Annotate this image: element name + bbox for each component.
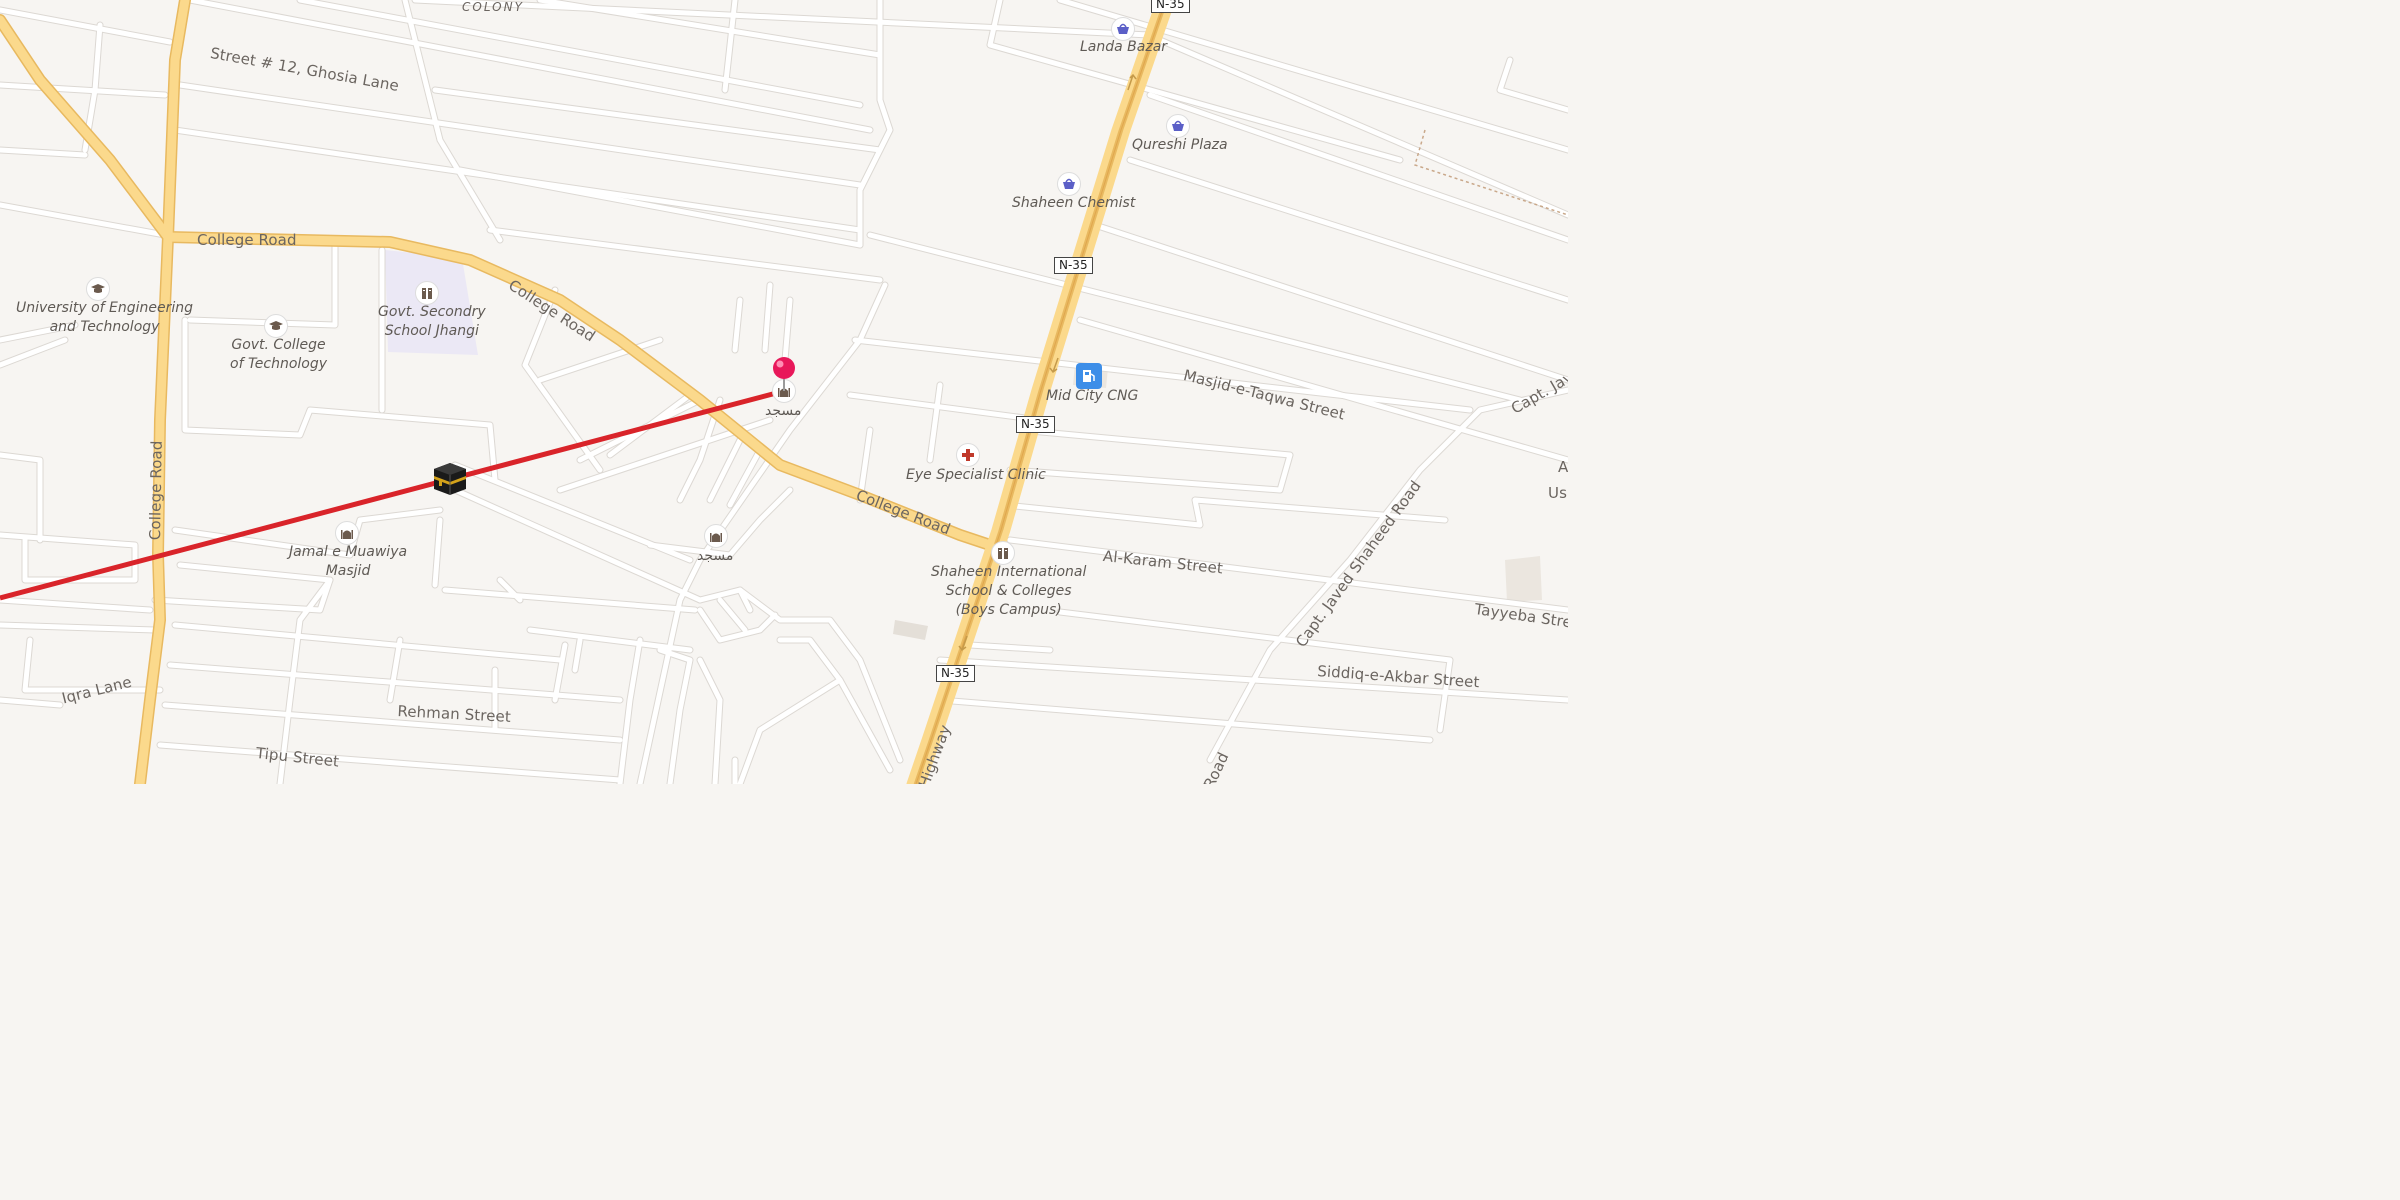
highway-shield-n35: N-35: [936, 665, 975, 682]
school-icon[interactable]: [415, 281, 439, 305]
building: [1505, 556, 1542, 602]
map-canvas[interactable]: COLONY Street # 12, Ghosia Lane College …: [0, 0, 1568, 784]
road-label-a-edge: A: [1558, 458, 1568, 476]
poi-label-line: University of Engineering: [16, 300, 194, 316]
highway-shield-n35: N-35: [1151, 0, 1190, 13]
poi-label-line: and Technology: [49, 319, 160, 335]
poi-label-eye-specialist-clinic[interactable]: Eye Specialist Clinic: [906, 466, 1046, 485]
district-label-colony: COLONY: [462, 0, 524, 14]
mosque-icon[interactable]: [704, 524, 728, 548]
road-label-college-road: College Road: [197, 231, 297, 249]
poi-label-jamal-masjid[interactable]: Jamal e Muawiya Masjid: [289, 543, 407, 581]
poi-label-govt-school[interactable]: Govt. Secondry School Jhangi: [378, 303, 486, 341]
medical-cross-icon[interactable]: [956, 443, 980, 467]
road-label-us-edge: Us: [1548, 484, 1567, 502]
poi-label-line: School Jhangi: [384, 323, 479, 339]
poi-label-masjid[interactable]: مسجد: [697, 548, 733, 564]
poi-label-line: of Technology: [230, 356, 328, 372]
poi-label-line: Govt. College: [231, 337, 326, 353]
poi-label-uet[interactable]: University of Engineering and Technology: [16, 299, 193, 337]
mosque-icon[interactable]: [335, 521, 359, 545]
building: [893, 620, 928, 640]
fuel-pump-icon[interactable]: [1076, 363, 1102, 389]
poi-label-line: Masjid: [325, 563, 371, 579]
kaaba-icon[interactable]: [432, 461, 468, 497]
poi-label-line: School & Colleges: [945, 583, 1072, 599]
highway-shield-n35: N-35: [1054, 257, 1093, 274]
graduation-cap-icon[interactable]: [86, 277, 110, 301]
poi-label-landa-bazar[interactable]: Landa Bazar: [1080, 38, 1167, 57]
graduation-cap-icon[interactable]: [264, 314, 288, 338]
poi-label-masjid[interactable]: مسجد: [765, 403, 801, 419]
road-label-college-road-vertical: College Road: [146, 440, 166, 541]
poi-label-govt-college[interactable]: Govt. College of Technology: [230, 336, 327, 374]
shopping-basket-icon[interactable]: [1166, 114, 1190, 138]
poi-label-line: Shaheen International: [931, 564, 1087, 580]
poi-label-line: (Boys Campus): [955, 602, 1062, 618]
poi-label-shaheen-chemist[interactable]: Shaheen Chemist: [1012, 194, 1135, 213]
poi-label-shaheen-school[interactable]: Shaheen International School & Colleges …: [931, 563, 1086, 620]
poi-label-mid-city-cng[interactable]: Mid City CNG: [1046, 387, 1138, 406]
poi-label-qureshi-plaza[interactable]: Qureshi Plaza: [1132, 136, 1228, 155]
location-pin-icon[interactable]: [771, 356, 797, 392]
poi-label-line: Jamal e Muawiya: [289, 544, 408, 560]
shopping-basket-icon[interactable]: [1057, 172, 1081, 196]
poi-label-line: Govt. Secondry: [378, 304, 486, 320]
school-icon[interactable]: [991, 541, 1015, 565]
highway-shield-n35: N-35: [1016, 416, 1055, 433]
